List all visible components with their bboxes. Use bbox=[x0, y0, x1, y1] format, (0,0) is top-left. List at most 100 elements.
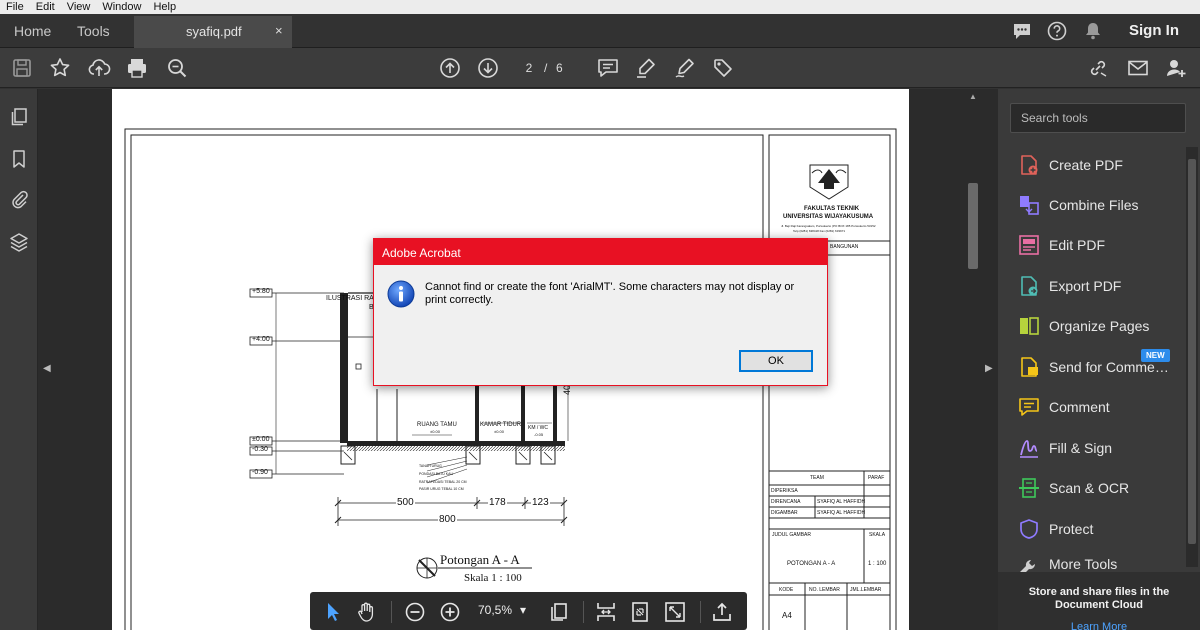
highlight-pen-icon[interactable] bbox=[634, 56, 658, 80]
layers-icon[interactable] bbox=[9, 232, 29, 252]
organize-pages-icon bbox=[1020, 317, 1039, 335]
menu-edit[interactable]: Edit bbox=[36, 1, 55, 13]
fill-sign-icon bbox=[1020, 440, 1038, 458]
save-icon[interactable] bbox=[10, 56, 34, 80]
new-badge: NEW bbox=[1141, 349, 1170, 362]
title-block-value: SYAFIQ AL HAFFIDH bbox=[817, 510, 866, 516]
tool-label: More Tools bbox=[1049, 556, 1118, 572]
title-block-label: SKALA bbox=[869, 532, 886, 538]
previous-page-icon[interactable] bbox=[438, 56, 462, 80]
construction-note: PONDASI BATU KALI bbox=[419, 472, 454, 476]
fit-page-icon[interactable] bbox=[629, 601, 651, 623]
toolbar-separator bbox=[391, 601, 392, 623]
title-block-label: DIPERIKSA bbox=[771, 488, 798, 494]
export-pdf-icon bbox=[1021, 276, 1038, 296]
learn-more-link[interactable]: Learn More bbox=[998, 621, 1200, 630]
current-page-input[interactable]: 2 bbox=[515, 58, 543, 78]
university-phone: Telp (0281) 638418 Fax (0281) 633971 bbox=[793, 229, 846, 233]
create-pdf-icon bbox=[1021, 155, 1038, 175]
tool-more-tools[interactable]: More Tools bbox=[1018, 556, 1117, 572]
tool-label: Fill & Sign bbox=[1049, 440, 1113, 456]
bookmark-star-icon[interactable] bbox=[48, 56, 72, 80]
scroll-up-icon[interactable]: ▲ bbox=[969, 92, 977, 101]
fit-width-icon[interactable] bbox=[595, 601, 617, 623]
zoom-out-icon[interactable] bbox=[404, 601, 426, 623]
dimension-label: 500 bbox=[396, 497, 415, 508]
page-thumbnails-icon[interactable] bbox=[9, 107, 29, 127]
sign-pen-icon[interactable] bbox=[673, 56, 697, 80]
upload-cloud-icon[interactable] bbox=[87, 56, 111, 80]
tab-document[interactable]: syafiq.pdf × bbox=[134, 16, 292, 48]
elevation-label: -0.90 bbox=[252, 469, 268, 476]
font-error-dialog: Adobe Acrobat Cannot find or create the … bbox=[373, 238, 828, 386]
zoom-in-icon[interactable] bbox=[439, 601, 461, 623]
zoom-level-select[interactable]: 70,5% bbox=[478, 603, 512, 617]
tab-home[interactable]: Home bbox=[14, 23, 51, 39]
attachments-paperclip-icon[interactable] bbox=[9, 189, 29, 209]
ok-button[interactable]: OK bbox=[739, 350, 813, 372]
edit-pdf-icon bbox=[1019, 235, 1039, 255]
sign-in-button[interactable]: Sign In bbox=[1129, 22, 1179, 39]
right-panel-toggle[interactable]: ▶ bbox=[980, 89, 998, 630]
tool-scan-ocr[interactable]: Scan & OCR bbox=[1018, 475, 1129, 501]
add-comment-icon[interactable] bbox=[596, 56, 620, 80]
construction-note: RATRAPEDASI TEBAL 20 CM bbox=[419, 480, 467, 484]
email-icon[interactable] bbox=[1126, 56, 1150, 80]
toolbar-separator bbox=[583, 601, 584, 623]
notifications-bell-icon[interactable] bbox=[1084, 21, 1102, 41]
tool-label: Edit PDF bbox=[1049, 237, 1106, 253]
tool-organize-pages[interactable]: Organize Pages bbox=[1018, 313, 1149, 339]
scrollbar-thumb[interactable] bbox=[968, 183, 978, 269]
tool-edit-pdf[interactable]: Edit PDF bbox=[1018, 232, 1105, 258]
tool-comment[interactable]: Comment bbox=[1018, 394, 1110, 420]
university-logo bbox=[809, 164, 849, 200]
tools-scrollbar[interactable] bbox=[1186, 147, 1198, 567]
scan-ocr-icon bbox=[1019, 478, 1039, 498]
floating-page-toolbar: 70,5% ▾ bbox=[310, 592, 747, 630]
send-for-comments-icon bbox=[1021, 357, 1038, 377]
tool-fill-sign[interactable]: Fill & Sign bbox=[1018, 435, 1112, 461]
tool-export-pdf[interactable]: Export PDF bbox=[1018, 273, 1121, 299]
stamp-tag-icon[interactable] bbox=[711, 56, 735, 80]
help-icon[interactable] bbox=[1047, 21, 1067, 41]
illustration-label: ILUSTRASI RA bbox=[326, 295, 374, 302]
tools-scrollbar-thumb[interactable] bbox=[1188, 159, 1196, 544]
zoom-search-icon[interactable] bbox=[165, 56, 189, 80]
hand-tool-icon[interactable] bbox=[356, 601, 378, 623]
next-page-icon[interactable] bbox=[476, 56, 500, 80]
bookmarks-icon[interactable] bbox=[9, 149, 29, 169]
tool-label: Create PDF bbox=[1049, 157, 1123, 173]
tool-combine-files[interactable]: Combine Files bbox=[1018, 192, 1138, 218]
print-icon[interactable] bbox=[125, 56, 149, 80]
tool-create-pdf[interactable]: Create PDF bbox=[1018, 152, 1123, 178]
document-scrollbar[interactable]: ▲ bbox=[966, 89, 980, 630]
tab-bar: Home Tools syafiq.pdf × Sign In bbox=[0, 14, 1200, 48]
tab-document-label: syafiq.pdf bbox=[186, 24, 242, 39]
menu-view[interactable]: View bbox=[67, 1, 91, 13]
page-separator: / bbox=[544, 61, 548, 75]
tool-protect[interactable]: Protect bbox=[1018, 516, 1093, 542]
select-cursor-icon[interactable] bbox=[322, 601, 344, 623]
search-tools-input[interactable]: Search tools bbox=[1010, 103, 1186, 133]
tab-tools[interactable]: Tools bbox=[77, 23, 110, 39]
chevron-right-icon: ▶ bbox=[985, 363, 993, 374]
menu-help[interactable]: Help bbox=[153, 1, 176, 13]
faculty-name: FAKULTAS TEKNIK bbox=[804, 206, 860, 212]
left-panel-toggle[interactable]: ◀ bbox=[38, 89, 54, 630]
menu-file[interactable]: File bbox=[6, 1, 24, 13]
close-tab-icon[interactable]: × bbox=[275, 23, 283, 38]
page-view-icon[interactable] bbox=[548, 601, 570, 623]
room-label: RUANG TAMU bbox=[417, 422, 457, 428]
university-address: Jl. Beji Raji Karangsalam, Purwokerto (P… bbox=[781, 224, 876, 228]
share-link-icon[interactable] bbox=[1086, 56, 1110, 80]
add-user-icon[interactable] bbox=[1164, 56, 1188, 80]
share-export-icon[interactable] bbox=[711, 601, 733, 623]
chat-icon[interactable] bbox=[1012, 21, 1032, 41]
menu-window[interactable]: Window bbox=[102, 1, 141, 13]
title-block-label: NO. LEMBAR bbox=[809, 587, 840, 593]
chevron-down-icon[interactable]: ▾ bbox=[520, 603, 526, 617]
main-toolbar: 2 / 6 bbox=[0, 48, 1200, 88]
university-name: UNIVERSITAS WIJAYAKUSUMA bbox=[783, 214, 874, 220]
dialog-title: Adobe Acrobat bbox=[374, 239, 827, 265]
full-screen-icon[interactable] bbox=[664, 601, 686, 623]
